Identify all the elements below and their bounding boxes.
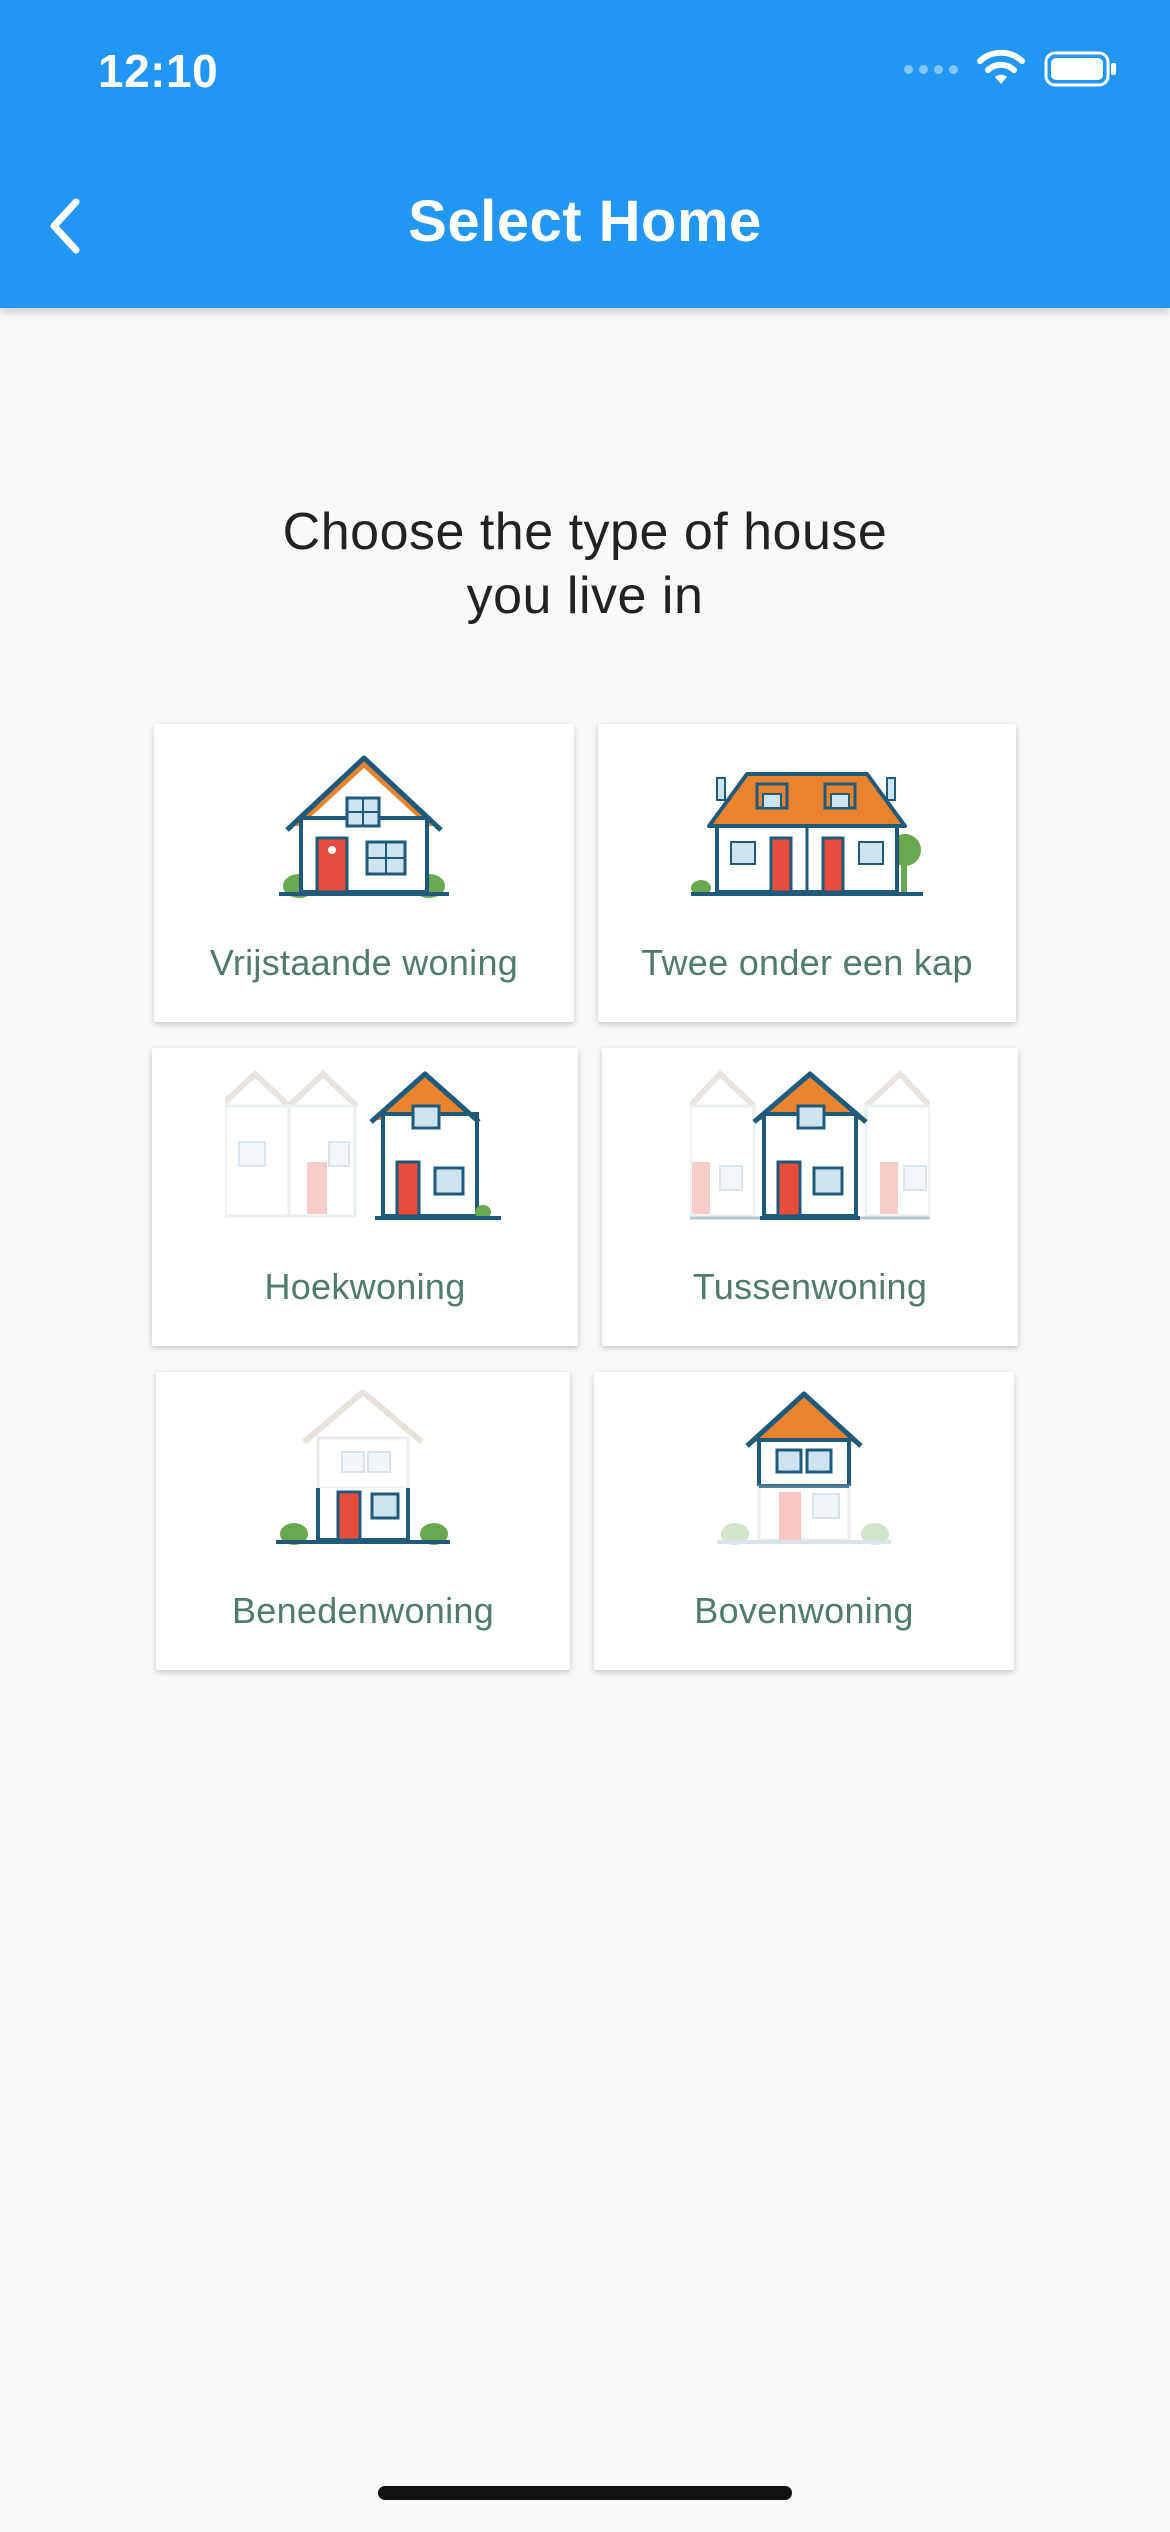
app-bar: 12:10 Select Home xyxy=(0,0,1170,308)
house-label: Benedenwoning xyxy=(231,1590,495,1631)
house-card-semi-detached[interactable]: Twee onder een kap xyxy=(598,724,1016,1022)
house-card-corner[interactable]: Hoekwoning xyxy=(152,1048,578,1346)
house-card-upper-floor[interactable]: Bovenwoning xyxy=(594,1372,1014,1670)
upper-floor-apartment-icon xyxy=(717,1391,891,1545)
terraced-house-icon xyxy=(690,1069,930,1220)
house-label: Vrijstaande woning xyxy=(209,942,519,983)
house-label: Tussenwoning xyxy=(692,1266,928,1307)
house-label: Hoekwoning xyxy=(264,1266,466,1307)
battery-icon xyxy=(1044,51,1116,87)
detached-house-icon xyxy=(279,755,449,898)
wifi-icon xyxy=(977,50,1025,84)
signal-icon xyxy=(904,64,958,74)
prompt-line-2: you live in xyxy=(466,567,704,625)
house-card-terraced[interactable]: Tussenwoning xyxy=(602,1048,1018,1346)
page-title: Select Home xyxy=(408,189,762,254)
prompt-text: Choose the type of house you live in xyxy=(0,500,1170,628)
house-card-detached[interactable]: Vrijstaande woning xyxy=(154,724,574,1022)
status-icons xyxy=(904,50,1118,88)
house-label: Twee onder een kap xyxy=(641,942,973,983)
corner-house-icon xyxy=(225,1069,501,1220)
ground-floor-apartment-icon xyxy=(276,1389,450,1545)
house-label: Bovenwoning xyxy=(694,1590,914,1631)
house-card-ground-floor[interactable]: Benedenwoning xyxy=(156,1372,570,1670)
status-time: 12:10 xyxy=(98,45,219,97)
home-indicator[interactable] xyxy=(378,2486,792,2500)
semi-detached-house-icon xyxy=(691,772,923,896)
prompt-line-1: Choose the type of house xyxy=(282,503,888,561)
